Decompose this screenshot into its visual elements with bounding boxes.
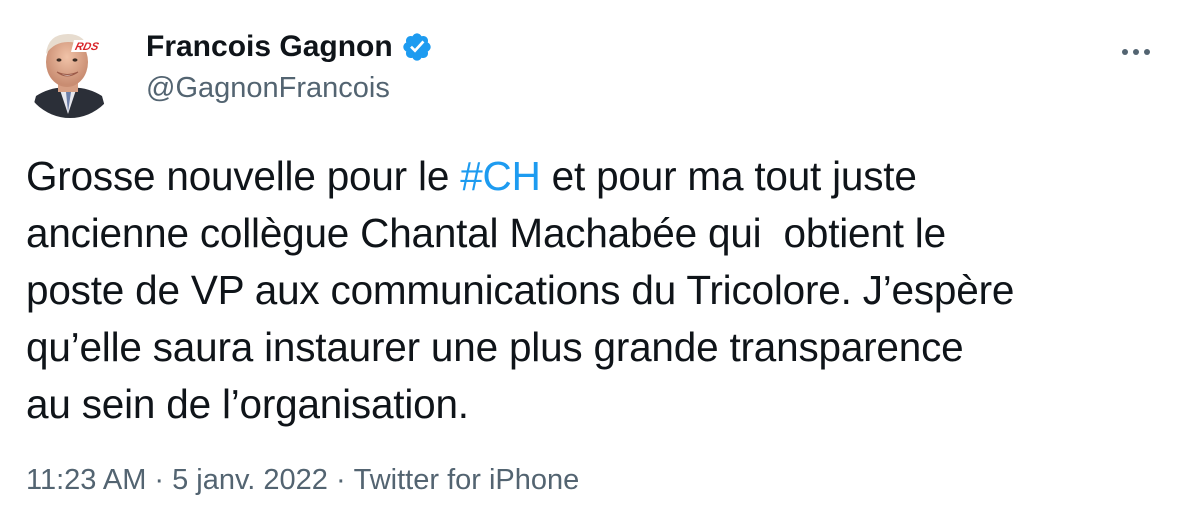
tweet-metadata: 11:23 AM · 5 janv. 2022 · Twitter for iP… (26, 462, 579, 498)
author-handle[interactable]: @GagnonFrancois (146, 70, 390, 106)
tweet-text: Grosse nouvelle pour le #CH et pour ma t… (26, 148, 1166, 433)
verified-badge-icon (401, 31, 433, 63)
tweet-source[interactable]: Twitter for iPhone (354, 462, 580, 498)
more-options-button[interactable] (1114, 30, 1158, 74)
tweet-card: RDS Francois Gagnon @GagnonFrancois Gros… (0, 0, 1186, 512)
tweet-text-line: ancienne collègue Chantal Machabée qui o… (26, 210, 946, 256)
separator: · (154, 464, 165, 496)
tweet-text-segment: et pour ma tout juste (540, 153, 917, 199)
tweet-text-segment: Grosse nouvelle pour le (26, 153, 461, 199)
tweet-date[interactable]: 5 janv. 2022 (172, 462, 328, 498)
profile-photo-icon: RDS (22, 22, 118, 118)
tweet-text-line: qu’elle saura instaurer une plus grande … (26, 324, 964, 370)
author-name-row: Francois Gagnon (146, 28, 433, 66)
separator: · (335, 464, 346, 496)
svg-text:RDS: RDS (74, 41, 101, 53)
tweet-time[interactable]: 11:23 AM (26, 462, 146, 498)
tweet-text-line: au sein de l’organisation. (26, 381, 469, 427)
hashtag-link[interactable]: #CH (460, 153, 541, 199)
avatar[interactable]: RDS (22, 22, 118, 118)
tweet-text-line: poste de VP aux communications du Tricol… (26, 267, 1015, 313)
author-display-name[interactable]: Francois Gagnon (146, 28, 393, 66)
more-options-icon (1122, 49, 1150, 55)
